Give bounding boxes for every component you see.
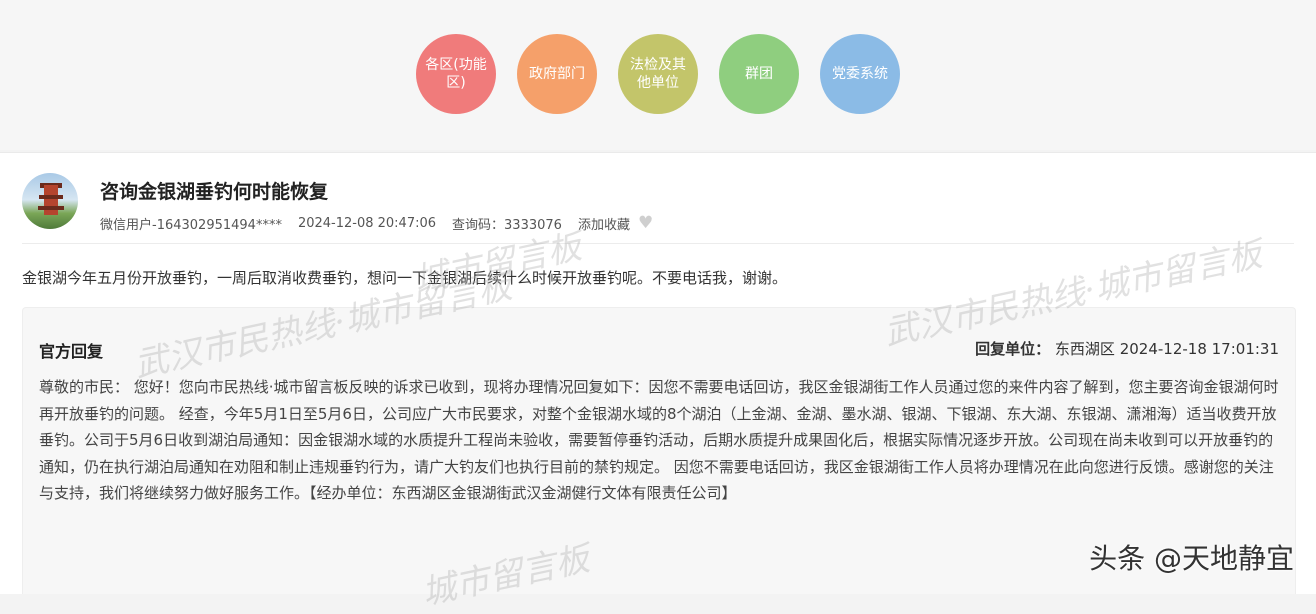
post-title: 咨询金银湖垂钓何时能恢复 (100, 181, 329, 203)
avatar-tower (44, 185, 58, 215)
avatar-tower-eave (38, 206, 64, 210)
reply-unit-label: 回复单位： (975, 340, 1051, 358)
post-question: 金银湖今年五月份开放垂钓，一周后取消收费垂钓，想问一下金银湖后续什么时候开放垂钓… (22, 269, 788, 287)
heart-icon[interactable]: ♥ (638, 213, 653, 233)
post-datetime: 2024-12-08 20:47:06 (297, 215, 437, 231)
category-party[interactable]: 党委系统 (820, 34, 900, 114)
category-band: 各区(功能区) 政府部门 法检及其他单位 群团 党委系统 (0, 0, 1316, 150)
reply-unit: 回复单位： 东西湖区 2024-12-18 17:01:31 (975, 338, 1279, 359)
category-judicial[interactable]: 法检及其他单位 (618, 34, 698, 114)
add-favorite-button[interactable]: 添加收藏 (578, 214, 630, 233)
category-nav: 各区(功能区) 政府部门 法检及其他单位 群团 党委系统 (416, 34, 900, 114)
post-card: 咨询金银湖垂钓何时能恢复 微信用户-164302951494**** 2024-… (0, 152, 1316, 594)
reply-body: 尊敬的市民： 您好！您向市民热线·城市留言板反映的诉求已收到，现将办理情况回复如… (39, 378, 1279, 502)
post-meta: 微信用户-164302951494**** 2024-12-08 20:47:0… (100, 213, 669, 233)
reply-unit-value: 东西湖区 2024-12-18 17:01:31 (1054, 340, 1279, 358)
avatar-tower-eave (39, 195, 63, 199)
category-district[interactable]: 各区(功能区) (416, 34, 496, 114)
post-query-code: 查询码：3333076 (452, 217, 562, 233)
category-groups[interactable]: 群团 (719, 34, 799, 114)
watermark-brand: 头条 @天地静宜 (1089, 542, 1294, 575)
avatar (22, 173, 78, 229)
divider (22, 243, 1294, 244)
reply-label: 官方回复 (39, 342, 104, 361)
post-user: 微信用户-164302951494**** (100, 217, 282, 233)
category-government[interactable]: 政府部门 (517, 34, 597, 114)
